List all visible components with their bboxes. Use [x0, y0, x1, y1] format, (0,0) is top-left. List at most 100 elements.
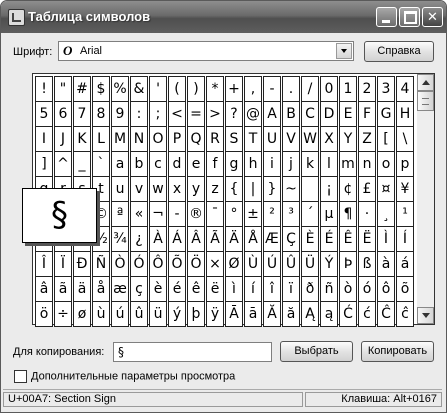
character-cell[interactable]: ² — [263, 201, 281, 227]
character-cell[interactable]: d — [168, 151, 186, 177]
character-cell[interactable]: 7 — [73, 101, 91, 127]
character-cell[interactable]: y — [187, 176, 205, 202]
character-cell[interactable]: ð — [301, 276, 319, 302]
help-button[interactable]: Справка — [364, 41, 434, 62]
character-cell[interactable]: ä — [73, 276, 91, 302]
maximize-icon[interactable] — [399, 7, 420, 27]
character-cell[interactable]: < — [168, 101, 186, 127]
character-cell[interactable]: v — [130, 176, 148, 202]
character-cell[interactable]: Ð — [73, 251, 91, 277]
character-cell[interactable]: È — [301, 226, 319, 252]
character-cell[interactable]: ´ — [301, 201, 319, 227]
character-cell[interactable]: ù — [92, 301, 110, 327]
character-cell[interactable]: ³ — [282, 201, 300, 227]
character-cell[interactable]: 1 — [339, 76, 357, 102]
character-cell[interactable]: N — [130, 126, 148, 152]
character-cell[interactable]: ã — [54, 276, 72, 302]
character-cell[interactable]: Z — [358, 126, 376, 152]
character-cell[interactable]: . — [282, 76, 300, 102]
character-cell[interactable]: û — [130, 301, 148, 327]
character-cell[interactable]: Ĉ — [377, 301, 395, 327]
character-cell[interactable]: µ — [320, 201, 338, 227]
character-cell[interactable]: ¤ — [377, 176, 395, 202]
character-cell[interactable]: ª — [111, 201, 129, 227]
character-cell[interactable]: ß — [358, 251, 376, 277]
character-cell[interactable]: ¥ — [396, 176, 414, 202]
character-cell[interactable]: m — [339, 151, 357, 177]
character-cell[interactable]: Í — [396, 226, 414, 252]
character-cell[interactable]: = — [187, 101, 205, 127]
character-cell[interactable]: Î — [35, 251, 53, 277]
character-cell[interactable]: ? — [225, 101, 243, 127]
character-cell[interactable]: á — [396, 251, 414, 277]
character-cell[interactable]: Ă — [263, 301, 281, 327]
character-cell[interactable]: ¡ — [320, 176, 338, 202]
character-cell[interactable]: V — [282, 126, 300, 152]
character-cell[interactable]: ï — [282, 276, 300, 302]
character-cell[interactable]: K — [73, 126, 91, 152]
character-cell[interactable]: 5 — [35, 101, 53, 127]
character-cell[interactable]: å — [92, 276, 110, 302]
character-cell[interactable]: ® — [187, 201, 205, 227]
character-cell[interactable]: É — [320, 226, 338, 252]
character-cell[interactable]: ÷ — [54, 301, 72, 327]
character-cell[interactable]: Â — [187, 226, 205, 252]
character-cell[interactable]: Ö — [187, 251, 205, 277]
character-cell[interactable]: 4 — [396, 76, 414, 102]
character-cell[interactable]: Ñ — [92, 251, 110, 277]
character-cell[interactable]: ö — [35, 301, 53, 327]
character-cell[interactable]: Ê — [339, 226, 357, 252]
character-cell[interactable]: ò — [339, 276, 357, 302]
character-cell[interactable]: T — [244, 126, 262, 152]
character-cell[interactable]: è — [149, 276, 167, 302]
character-cell[interactable]: I — [35, 126, 53, 152]
select-button[interactable]: Выбрать — [280, 341, 353, 362]
character-cell[interactable]: ĉ — [396, 301, 414, 327]
character-cell[interactable]: * — [206, 76, 224, 102]
character-cell[interactable]: ( — [168, 76, 186, 102]
character-cell[interactable]: n — [358, 151, 376, 177]
character-cell[interactable]: Å — [244, 226, 262, 252]
character-cell[interactable]: 0 — [320, 76, 338, 102]
character-cell[interactable]: ç — [130, 276, 148, 302]
character-cell[interactable]: [ — [377, 126, 395, 152]
character-cell[interactable]: · — [358, 201, 376, 227]
character-cell[interactable]: & — [130, 76, 148, 102]
character-cell[interactable]: X — [320, 126, 338, 152]
character-cell[interactable]: 6 — [54, 101, 72, 127]
character-cell[interactable]: ~ — [282, 176, 300, 202]
character-cell[interactable]: ¾ — [111, 226, 129, 252]
character-cell[interactable]: p — [396, 151, 414, 177]
character-cell[interactable]: , — [244, 76, 262, 102]
character-cell[interactable]: ¯ — [206, 201, 224, 227]
character-cell[interactable]: Ã — [206, 226, 224, 252]
character-cell[interactable]: + — [225, 76, 243, 102]
character-cell[interactable]: ô — [377, 276, 395, 302]
character-cell[interactable]: ê — [187, 276, 205, 302]
character-cell[interactable]: x — [168, 176, 186, 202]
character-cell[interactable]: ' — [149, 76, 167, 102]
character-cell[interactable]: ą — [320, 301, 338, 327]
character-cell[interactable]: # — [73, 76, 91, 102]
character-cell[interactable]: Q — [187, 126, 205, 152]
character-cell[interactable]: ¶ — [339, 201, 357, 227]
title-bar[interactable]: Таблица символов — [1, 1, 446, 33]
character-cell[interactable]: L — [92, 126, 110, 152]
character-cell[interactable]: ă — [282, 301, 300, 327]
character-cell[interactable]: ` — [92, 151, 110, 177]
character-cell[interactable]: ] — [35, 151, 53, 177]
character-cell[interactable]: Ą — [301, 301, 319, 327]
scroll-down-icon[interactable] — [417, 307, 434, 324]
character-cell[interactable]: 8 — [92, 101, 110, 127]
character-cell[interactable]: f — [206, 151, 224, 177]
character-cell[interactable]: 2 — [358, 76, 376, 102]
character-cell[interactable]: í — [244, 276, 262, 302]
character-cell[interactable]: é — [168, 276, 186, 302]
character-cell[interactable]: æ — [111, 276, 129, 302]
character-cell[interactable]: Æ — [263, 226, 281, 252]
character-cell[interactable]: Ì — [377, 226, 395, 252]
character-cell[interactable]: Ā — [225, 301, 243, 327]
character-cell[interactable]: ; — [149, 101, 167, 127]
character-cell[interactable]: ¹ — [396, 201, 414, 227]
character-cell[interactable]: ÿ — [206, 301, 224, 327]
